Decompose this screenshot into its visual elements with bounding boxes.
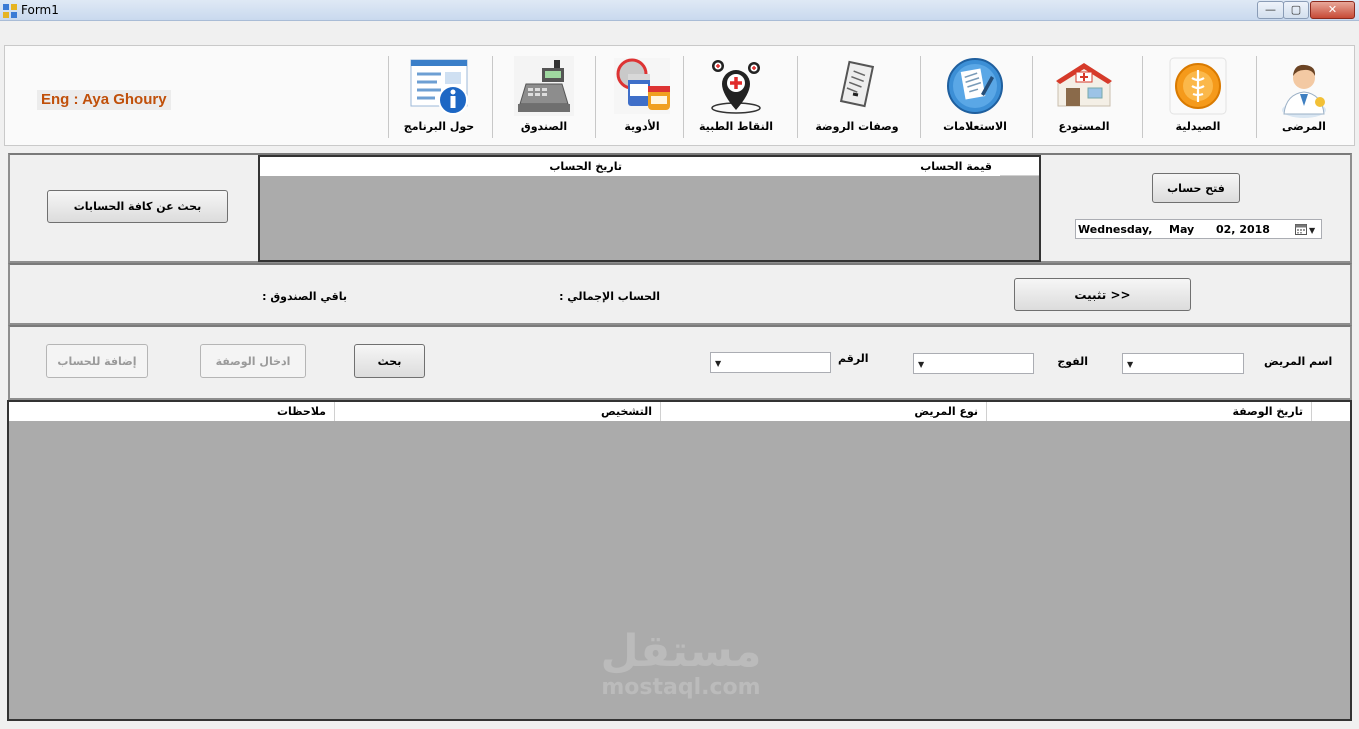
toolbar-warehouse[interactable]: المستودع (1034, 52, 1134, 140)
number-label: الرقم (838, 352, 869, 365)
chevron-down-icon[interactable]: ▼ (1127, 360, 1133, 369)
column-notes[interactable]: ملاحظات (9, 402, 334, 421)
toolbar-separator (595, 56, 596, 138)
total-account-label: الحساب الإجمالي : (559, 290, 660, 303)
column-account-date[interactable]: تاريخ الحساب (260, 157, 630, 176)
toolbar-label: حول البرنامج (403, 120, 475, 133)
toolbar-label: الأدوية (624, 120, 660, 133)
group-combo[interactable]: ▼ (913, 353, 1034, 374)
number-combo[interactable]: ▼ (710, 352, 831, 373)
search-all-accounts-button[interactable]: بحث عن كافة الحسابات (47, 190, 228, 223)
confirm-button[interactable]: تثبيت >> (1014, 278, 1191, 311)
toolbar-pharmacy[interactable]: الصيدلية (1148, 52, 1248, 140)
toolbar-separator (492, 56, 493, 138)
date-day-year[interactable]: 02, 2018 (1216, 223, 1270, 236)
toolbar-separator (920, 56, 921, 138)
maximize-button[interactable]: ▢ (1283, 1, 1309, 19)
toolbar-medical-points[interactable]: النقاط الطبية (686, 52, 786, 140)
column-patient-type[interactable]: نوع المريض (660, 402, 986, 421)
inquiry-icon (947, 58, 1003, 114)
toolbar-label: وصفات الروضة (815, 120, 899, 133)
app-icon (3, 4, 17, 18)
warehouse-icon (1056, 63, 1112, 107)
toolbar-label: المرضى (1282, 120, 1326, 133)
toolbar-separator (1256, 56, 1257, 138)
date-month[interactable]: May (1169, 223, 1194, 236)
prescription-icon (829, 58, 885, 114)
calendar-icon[interactable] (1295, 223, 1307, 235)
doctor-icon (1282, 64, 1326, 118)
watermark-latin: mostaql.com (601, 675, 761, 700)
accounts-grid-header: قيمة الحساب تاريخ الحساب (260, 157, 1039, 176)
window-title: Form1 (21, 3, 59, 17)
close-button[interactable]: ✕ (1310, 1, 1355, 19)
toolbar-separator (388, 56, 389, 138)
author-label: Eng : Aya Ghoury (37, 90, 171, 110)
toolbar-label: الاستعلامات (943, 120, 1007, 133)
toolbar-label: الصيدلية (1175, 120, 1221, 133)
minimize-button[interactable]: — (1257, 1, 1284, 19)
cash-register-icon (514, 56, 574, 116)
column-account-value[interactable]: قيمة الحساب (629, 157, 1000, 176)
watermark-arabic: مستقل (600, 626, 762, 677)
toolbar-medicines[interactable]: الأدوية (592, 52, 692, 140)
accounts-grid[interactable]: قيمة الحساب تاريخ الحساب (258, 155, 1041, 262)
patient-name-label: اسم المريض (1264, 355, 1333, 368)
toolbar-patients[interactable]: المرضى (1254, 52, 1354, 140)
chevron-down-icon[interactable]: ▼ (918, 360, 924, 369)
window-title-bar[interactable] (0, 0, 1359, 21)
group-label: الفوج (1057, 355, 1088, 368)
chevron-down-icon[interactable]: ▼ (1309, 226, 1315, 235)
toolbar-label: النقاط الطبية (699, 120, 773, 133)
enter-prescription-button[interactable]: ادخال الوصفة (200, 344, 306, 378)
toolbar-separator (1032, 56, 1033, 138)
medicine-icon (614, 58, 670, 114)
about-icon (410, 59, 468, 115)
patient-name-combo[interactable]: ▼ (1122, 353, 1244, 374)
open-account-button[interactable]: فتح حساب (1152, 173, 1240, 203)
chevron-down-icon[interactable]: ▼ (715, 359, 721, 368)
toolbar-separator (1142, 56, 1143, 138)
search-button[interactable]: بحث (354, 344, 425, 378)
column-diagnosis[interactable]: التشخيص (334, 402, 660, 421)
toolbar-label: المستودع (1058, 120, 1110, 133)
toolbar-label: الصندوق (520, 120, 568, 133)
remaining-balance-label: باقي الصندوق : (262, 290, 347, 303)
toolbar-cashbox[interactable]: الصندوق (494, 52, 594, 140)
medical-points-icon (711, 60, 761, 114)
date-weekday[interactable]: Wednesday, (1078, 223, 1152, 236)
prescriptions-grid-header: تاريخ الوصفة نوع المريض التشخيص ملاحظات (9, 402, 1350, 421)
toolbar-inquiries[interactable]: الاستعلامات (925, 52, 1025, 140)
column-filler (1311, 402, 1350, 421)
watermark: مستقل mostaql.com (596, 628, 766, 700)
add-to-account-button[interactable]: إضافة للحساب (46, 344, 148, 378)
account-date-picker[interactable]: Wednesday, May 02, 2018 ▼ (1075, 219, 1322, 239)
column-prescription-date[interactable]: تاريخ الوصفة (986, 402, 1311, 421)
toolbar-about[interactable]: حول البرنامج (389, 52, 489, 140)
toolbar-prescriptions[interactable]: وصفات الروضة (807, 52, 907, 140)
toolbar-separator (797, 56, 798, 138)
pharmacy-icon (1169, 57, 1227, 115)
